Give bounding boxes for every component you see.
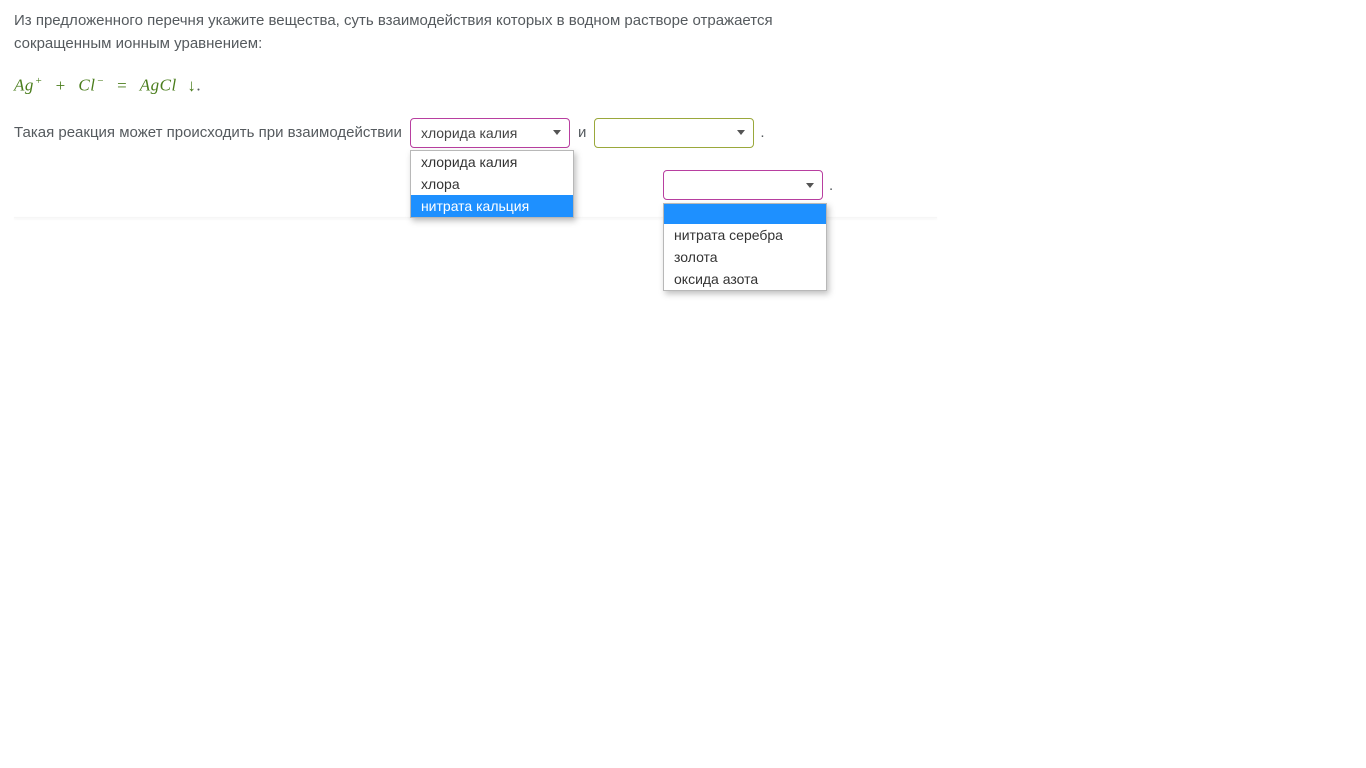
select-2-wrap: [594, 118, 754, 148]
chevron-down-icon: [553, 130, 561, 135]
eq-cl-charge: −: [96, 75, 104, 87]
select-1-wrap: хлорида калия хлорида калия хлора нитрат…: [410, 118, 570, 148]
dropdown-2: нитрата серебра золота оксида азота: [663, 203, 827, 291]
eq-agcl: AgCl: [140, 76, 177, 95]
dropdown-1-option[interactable]: нитрата кальция: [411, 195, 573, 217]
dropdown-2-option[interactable]: нитрата серебра: [664, 224, 826, 246]
substance-select-3[interactable]: [663, 170, 823, 200]
dropdown-2-option-blank[interactable]: [664, 204, 826, 224]
eq-ag: Ag: [14, 76, 34, 95]
question-line-2: сокращенным ионным уравнением:: [14, 35, 262, 52]
chevron-down-icon: [806, 183, 814, 188]
ionic-equation: Ag+ + Cl− = AgCl ↓.: [14, 75, 1352, 96]
question-line-1: Из предложенного перечня укажите веществ…: [14, 12, 773, 29]
dropdown-2-option[interactable]: оксида азота: [664, 268, 826, 290]
eq-ag-charge: +: [35, 75, 43, 87]
dropdown-1-option[interactable]: хлора: [411, 173, 573, 195]
eq-cl: Cl: [78, 76, 95, 95]
answer-label: Такая реакция может происходить при взаи…: [14, 124, 402, 141]
eq-plus: +: [56, 76, 66, 95]
dropdown-1: хлорида калия хлора нитрата кальция: [410, 150, 574, 218]
dropdown-1-option[interactable]: хлорида калия: [411, 151, 573, 173]
select-1-value: хлорида калия: [421, 125, 517, 141]
answer-row-1: Такая реакция может происходить при взаи…: [14, 118, 1352, 148]
chevron-down-icon: [737, 130, 745, 135]
eq-equals: =: [117, 76, 127, 95]
question-prompt: Из предложенного перечня укажите веществ…: [14, 10, 934, 55]
dropdown-2-option[interactable]: золота: [664, 246, 826, 268]
answer-row-2: .: [663, 170, 833, 200]
sentence-period-2: .: [829, 177, 833, 194]
eq-period: .: [196, 76, 201, 95]
substance-select-1[interactable]: хлорида калия: [410, 118, 570, 148]
select-3-wrap: [663, 170, 823, 200]
conjunction-and: и: [578, 124, 586, 141]
substance-select-2[interactable]: [594, 118, 754, 148]
question-container: Из предложенного перечня укажите веществ…: [14, 10, 1352, 218]
sentence-period: .: [760, 124, 764, 141]
